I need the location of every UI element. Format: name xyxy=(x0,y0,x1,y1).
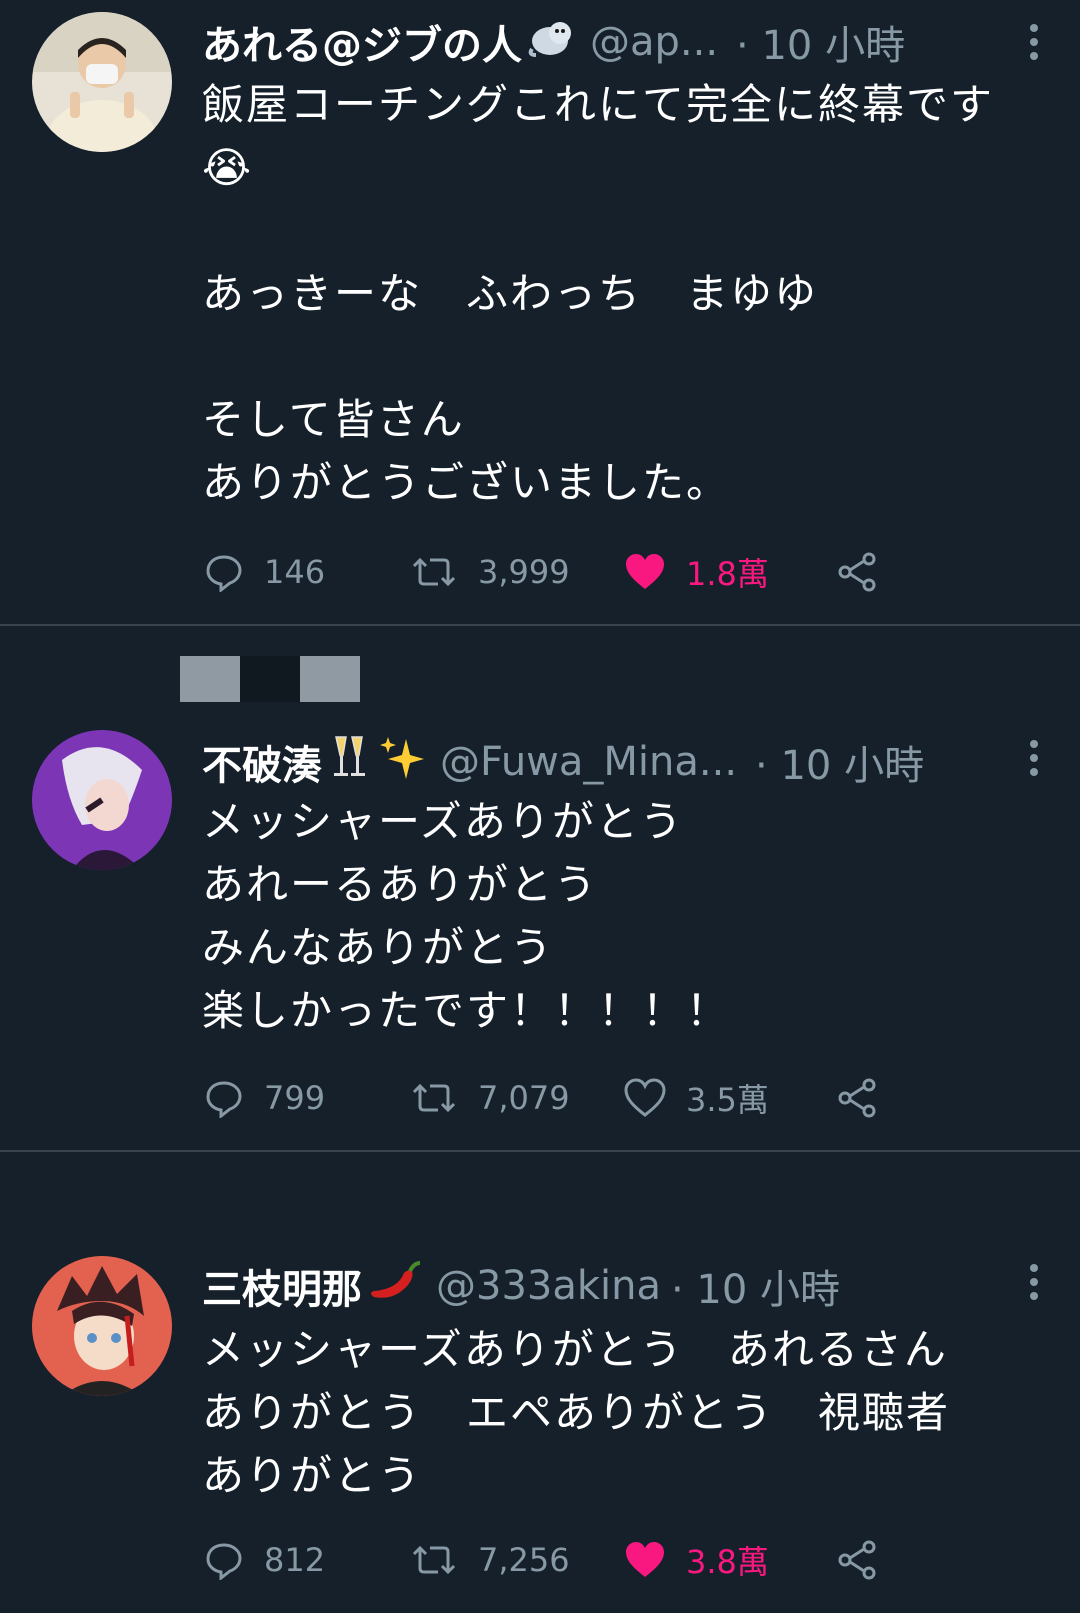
redacted-area xyxy=(180,656,240,702)
reply-icon xyxy=(204,552,244,592)
tweet-text: 飯屋コーチングこれにて完全に終幕です😭 あっきーな ふわっち まゆゆ そして皆さ… xyxy=(202,80,995,507)
retweet-count: 7,256 xyxy=(478,1541,570,1579)
avatar[interactable] xyxy=(32,730,172,870)
like-button[interactable]: 3.5萬 xyxy=(624,1073,769,1123)
share-button[interactable] xyxy=(836,547,878,597)
avatar[interactable] xyxy=(32,1256,172,1396)
more-options-icon[interactable] xyxy=(1028,1262,1040,1302)
like-button[interactable]: 1.8萬 xyxy=(624,547,769,597)
timestamp[interactable]: · 10 小時 xyxy=(736,13,905,71)
timestamp[interactable]: · 10 小時 xyxy=(671,1257,840,1315)
retweet-button[interactable]: 7,256 xyxy=(410,1535,570,1585)
avatar[interactable] xyxy=(32,12,172,152)
retweet-icon xyxy=(410,552,458,592)
redacted-area xyxy=(300,656,360,702)
user-handle[interactable]: @333akina xyxy=(436,1263,661,1309)
retweet-icon xyxy=(410,1540,458,1580)
redacted-area xyxy=(240,656,300,702)
reply-count: 812 xyxy=(264,1541,326,1579)
like-count: 1.8萬 xyxy=(686,555,769,593)
retweet-count: 7,079 xyxy=(478,1079,570,1117)
divider xyxy=(0,624,1080,626)
retweet-count: 3,999 xyxy=(478,553,570,591)
display-name[interactable]: あれる@ジブの人 xyxy=(202,13,522,71)
champagne-emoji-icon xyxy=(328,733,372,791)
share-button[interactable] xyxy=(836,1073,878,1123)
reply-icon xyxy=(204,1078,244,1118)
tweet-text: メッシャーズありがとう あれるさん ありがとう エペありがとう 視聴者 ありがと… xyxy=(202,1325,951,1500)
action-bar: 799 7,079 3.5萬 xyxy=(204,1073,904,1123)
timestamp[interactable]: · 10 小時 xyxy=(755,733,924,791)
like-icon xyxy=(624,1540,666,1580)
like-icon xyxy=(624,552,666,592)
retweet-button[interactable]: 3,999 xyxy=(410,547,570,597)
reply-button[interactable]: 812 xyxy=(204,1535,325,1585)
user-handle[interactable]: @Fuwa_Mina... xyxy=(440,739,737,785)
like-icon xyxy=(624,1078,666,1118)
reply-count: 146 xyxy=(264,553,326,591)
share-button[interactable] xyxy=(836,1535,878,1585)
like-count: 3.8萬 xyxy=(686,1543,769,1581)
reply-button[interactable]: 799 xyxy=(204,1073,325,1123)
reply-icon xyxy=(204,1540,244,1580)
share-icon xyxy=(836,1077,878,1119)
reply-count: 799 xyxy=(264,1079,326,1117)
share-icon xyxy=(836,551,878,593)
like-button[interactable]: 3.8萬 xyxy=(624,1535,769,1585)
display-name[interactable]: 三枝明那 xyxy=(202,1257,362,1315)
action-bar: 812 7,256 3.8萬 xyxy=(204,1535,904,1585)
tweet-text: メッシャーズありがとう あれーるありがとう みんなありがとう 楽しかったです！！… xyxy=(202,797,731,1035)
display-name[interactable]: 不破湊 xyxy=(202,733,322,791)
sparkles-emoji-icon xyxy=(378,733,426,791)
share-icon xyxy=(836,1539,878,1581)
seal-emoji-icon xyxy=(528,15,576,69)
chili-pepper-emoji-icon xyxy=(368,1259,422,1313)
retweet-icon xyxy=(410,1078,458,1118)
retweet-button[interactable]: 7,079 xyxy=(410,1073,570,1123)
user-handle[interactable]: @ap... xyxy=(590,19,718,65)
reply-button[interactable]: 146 xyxy=(204,547,325,597)
more-options-icon[interactable] xyxy=(1028,22,1040,62)
divider xyxy=(0,1150,1080,1152)
tweet-header: あれる@ジブの人 @ap... · 10 小時 xyxy=(202,12,1060,72)
more-options-icon[interactable] xyxy=(1028,738,1040,778)
like-count: 3.5萬 xyxy=(686,1081,769,1119)
tweet-header: 不破湊 @Fuwa_Mina... · 10 小時 xyxy=(202,732,1060,792)
tweet-header: 三枝明那 @333akina · 10 小時 xyxy=(202,1256,1060,1316)
action-bar: 146 3,999 1.8萬 xyxy=(204,547,904,597)
